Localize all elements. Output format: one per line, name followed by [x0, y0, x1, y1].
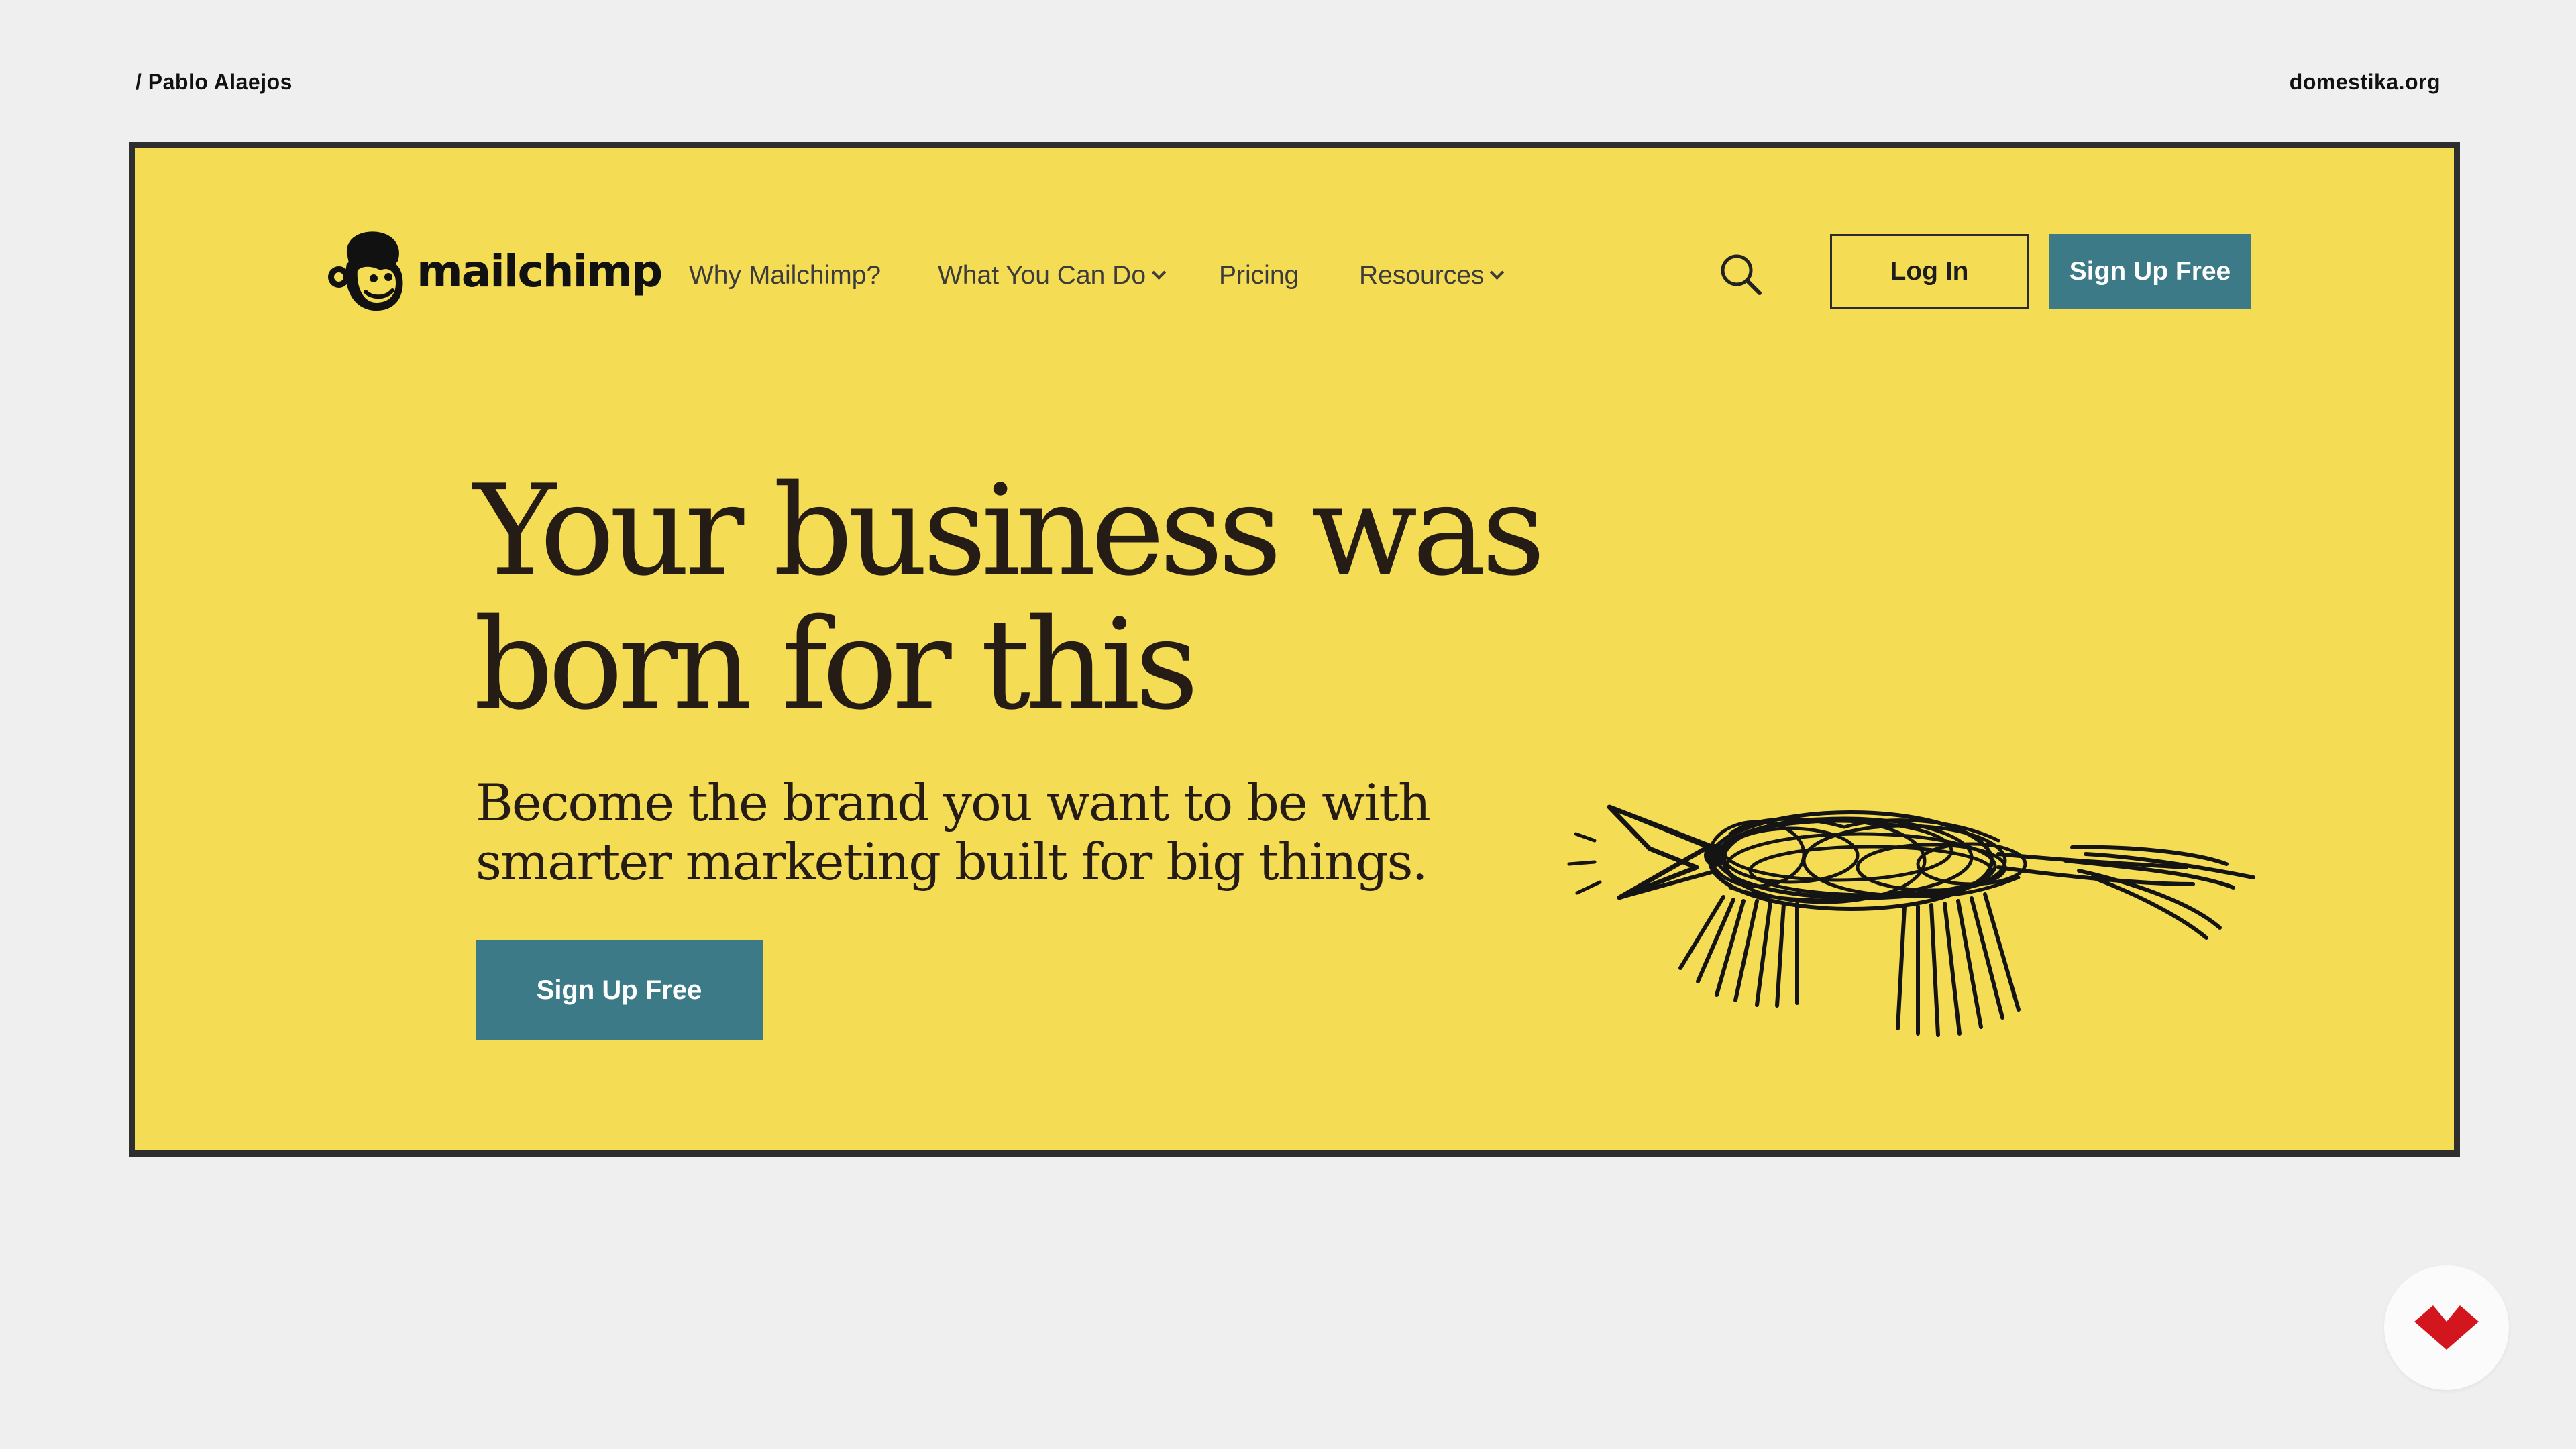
- nav-resources[interactable]: Resources: [1359, 261, 1505, 290]
- login-button[interactable]: Log In: [1830, 234, 2029, 309]
- chevron-down-icon: [1490, 265, 1505, 280]
- search-icon: [1721, 254, 1762, 295]
- mailchimp-logo[interactable]: mailchimp: [327, 226, 663, 316]
- freddie-monkey-icon: [328, 231, 403, 311]
- nav-item-label: Why Mailchimp?: [689, 261, 881, 290]
- nav-what-you-can-do[interactable]: What You Can Do: [938, 261, 1167, 290]
- chevron-down-icon: [1151, 265, 1167, 280]
- search-button[interactable]: [1717, 250, 1766, 300]
- nav-pricing[interactable]: Pricing: [1219, 261, 1299, 290]
- slide-author-label: / Pablo Alaejos: [136, 70, 292, 94]
- nav-item-label: Pricing: [1219, 261, 1299, 290]
- hero-signup-button[interactable]: Sign Up Free: [476, 940, 763, 1040]
- hero-headline: Your business was born for this: [474, 458, 1546, 737]
- nav-item-label: What You Can Do: [938, 261, 1146, 290]
- domestika-badge[interactable]: [2384, 1265, 2509, 1390]
- hero-subhead: Become the brand you want to be with sma…: [476, 773, 1431, 892]
- domestika-logo-icon: [2414, 1305, 2479, 1350]
- website-screenshot-frame: mailchimp Why Mailchimp? What You Can Do…: [129, 142, 2460, 1157]
- nav-why-mailchimp[interactable]: Why Mailchimp?: [689, 261, 881, 290]
- nav-item-label: Resources: [1359, 261, 1485, 290]
- scribbled-bird-illustration: [1567, 804, 2255, 1037]
- signup-nav-button[interactable]: Sign Up Free: [2049, 234, 2251, 309]
- logo-wordmark: mailchimp: [417, 245, 663, 297]
- slide-site-label: domestika.org: [2289, 70, 2440, 94]
